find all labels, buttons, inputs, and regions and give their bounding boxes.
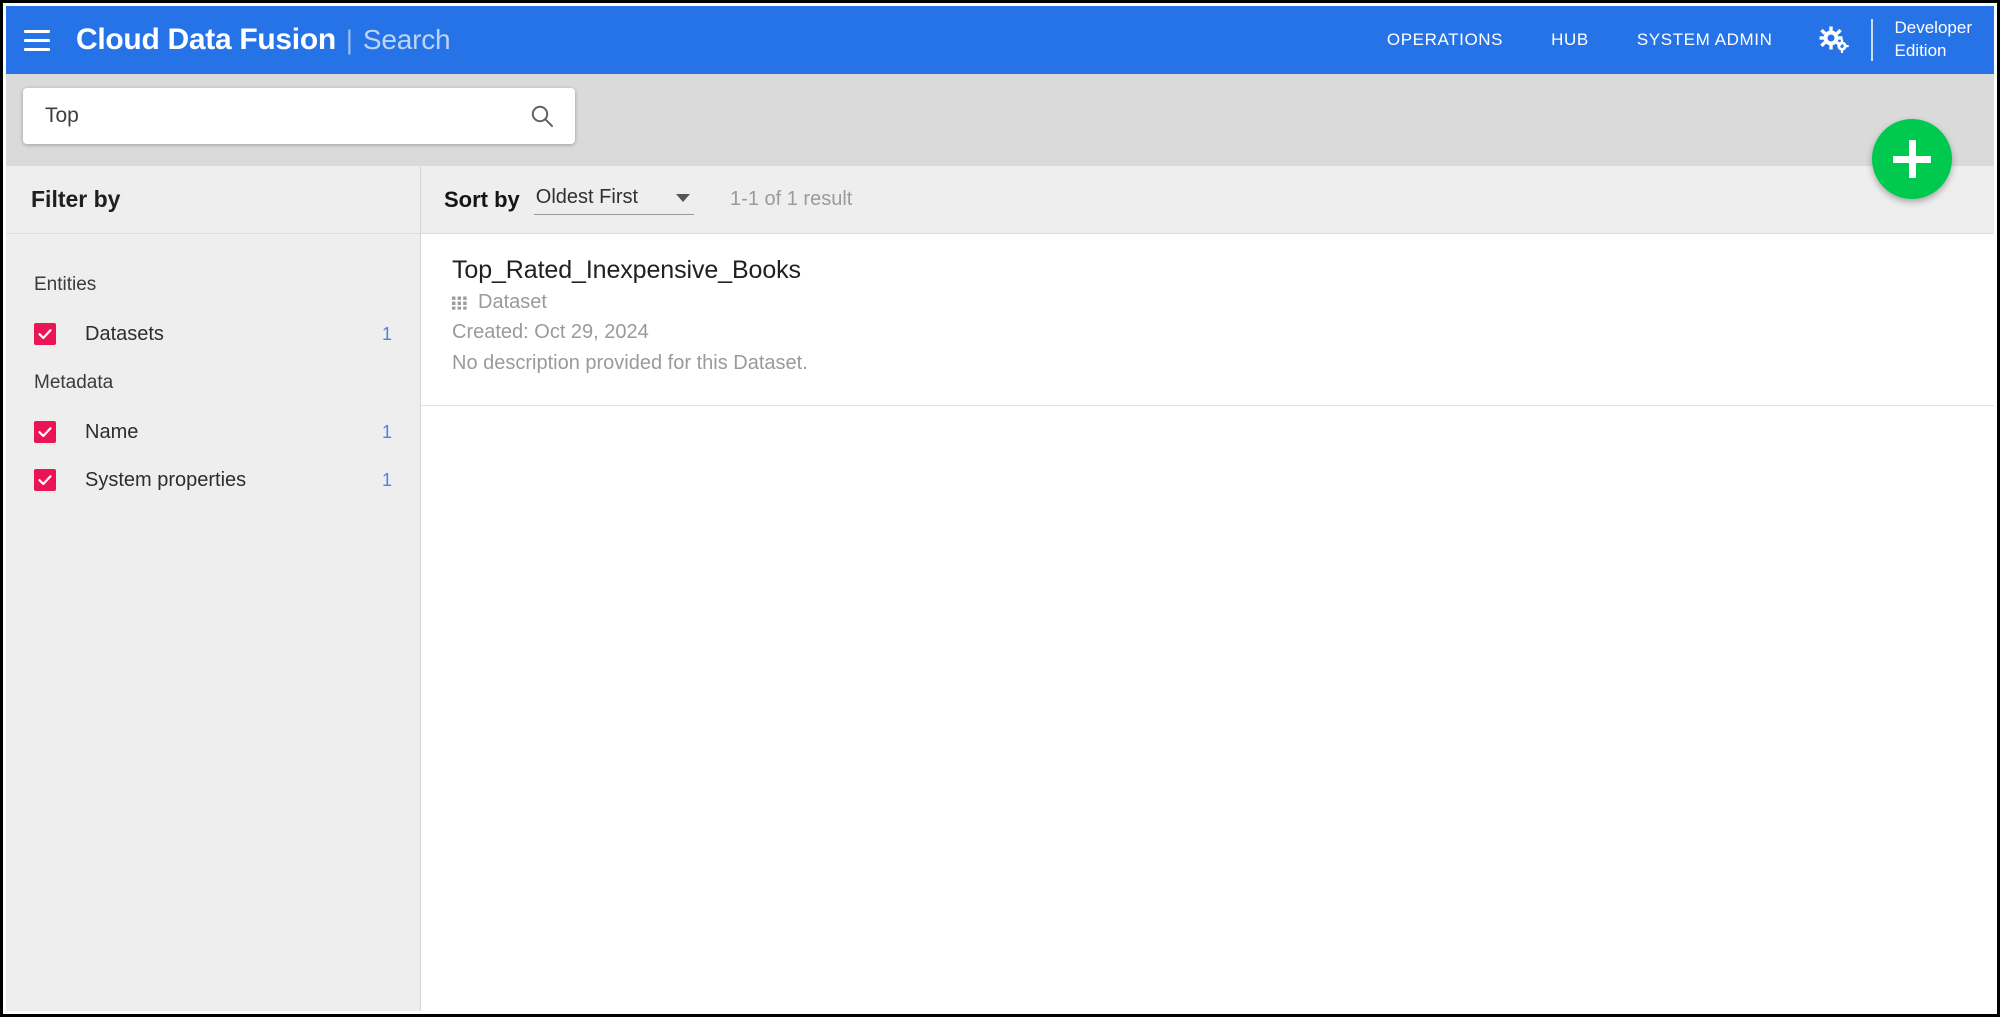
filter-group-title-metadata: Metadata (34, 372, 114, 393)
result-description: No description provided for this Dataset… (452, 352, 808, 374)
brand-section-label: Search (362, 24, 451, 55)
filter-group-title-entities: Entities (34, 274, 97, 295)
cogs-icon[interactable] (1797, 26, 1865, 54)
checkbox-name[interactable] (34, 421, 56, 443)
chevron-down-icon (676, 193, 691, 202)
hamburger-bar (24, 29, 50, 33)
grid-dots-icon (452, 296, 469, 310)
top-header-bar: Cloud Data Fusion | Search OPERATIONS HU… (6, 6, 1994, 74)
filter-sidebar-header: Filter by (6, 166, 420, 234)
result-list: Top_Rated_Inexpensive_Books Dataset Crea… (421, 234, 1994, 1011)
sort-order-dropdown[interactable]: Oldest First (533, 184, 695, 215)
sort-by-label: Sort by (444, 186, 520, 212)
result-type-row: Dataset (452, 291, 1964, 314)
filter-sidebar: Filter by Entities Datasets 1 Metadata N… (6, 166, 421, 1011)
filter-label-datasets: Datasets (85, 322, 164, 345)
add-entity-fab-button[interactable] (1872, 119, 1952, 199)
checkbox-system-properties[interactable] (34, 469, 56, 491)
search-box[interactable] (23, 88, 575, 144)
result-title: Top_Rated_Inexpensive_Books (452, 256, 801, 284)
search-input[interactable] (45, 104, 529, 128)
edition-label: Developer Edition (1877, 17, 1981, 63)
checkbox-datasets[interactable] (34, 323, 56, 345)
hamburger-menu-icon[interactable] (6, 6, 68, 74)
filter-label-name: Name (85, 420, 139, 443)
hamburger-bar (24, 47, 50, 51)
app-window: Cloud Data Fusion | Search OPERATIONS HU… (0, 0, 2000, 1017)
nav-item-hub[interactable]: HUB (1527, 30, 1613, 50)
filter-by-title: Filter by (31, 186, 121, 212)
brand-title: Cloud Data Fusion (76, 23, 336, 56)
filter-item-name[interactable]: Name 1 (6, 408, 420, 456)
filter-groups: Entities Datasets 1 Metadata Name 1 Syst… (6, 234, 420, 504)
result-created-date: Created: Oct 29, 2024 (452, 321, 649, 343)
plus-icon-vertical (1908, 140, 1916, 178)
search-icon[interactable] (529, 103, 555, 129)
header-divider (1870, 19, 1873, 61)
sort-bar: Sort by Oldest First 1-1 of 1 result (421, 166, 1994, 234)
filter-count-name: 1 (381, 421, 392, 442)
header-nav: OPERATIONS HUB SYSTEM ADMIN Developer Ed… (1363, 6, 1994, 74)
brand[interactable]: Cloud Data Fusion | Search (76, 23, 451, 57)
search-strip (6, 74, 1994, 166)
filter-label-system-properties: System properties (85, 468, 247, 491)
main-content: Filter by Entities Datasets 1 Metadata N… (6, 166, 1994, 1011)
brand-separator: | (345, 25, 353, 55)
filter-item-datasets[interactable]: Datasets 1 (6, 310, 420, 358)
edition-line-2: Edition (1894, 41, 1947, 60)
results-panel: Sort by Oldest First 1-1 of 1 result Top… (421, 166, 1994, 1011)
result-row[interactable]: Top_Rated_Inexpensive_Books Dataset Crea… (421, 234, 1994, 406)
result-type-label: Dataset (478, 291, 547, 313)
sort-order-value: Oldest First (535, 186, 639, 208)
nav-item-operations[interactable]: OPERATIONS (1363, 30, 1527, 50)
filter-count-system-properties: 1 (381, 469, 392, 490)
edition-line-1: Developer (1894, 18, 1973, 38)
result-count-label: 1-1 of 1 result (730, 188, 853, 210)
hamburger-bar (24, 38, 50, 42)
filter-count-datasets: 1 (381, 323, 392, 344)
filter-item-system-properties[interactable]: System properties 1 (6, 456, 420, 504)
nav-item-system-admin[interactable]: SYSTEM ADMIN (1613, 30, 1797, 50)
